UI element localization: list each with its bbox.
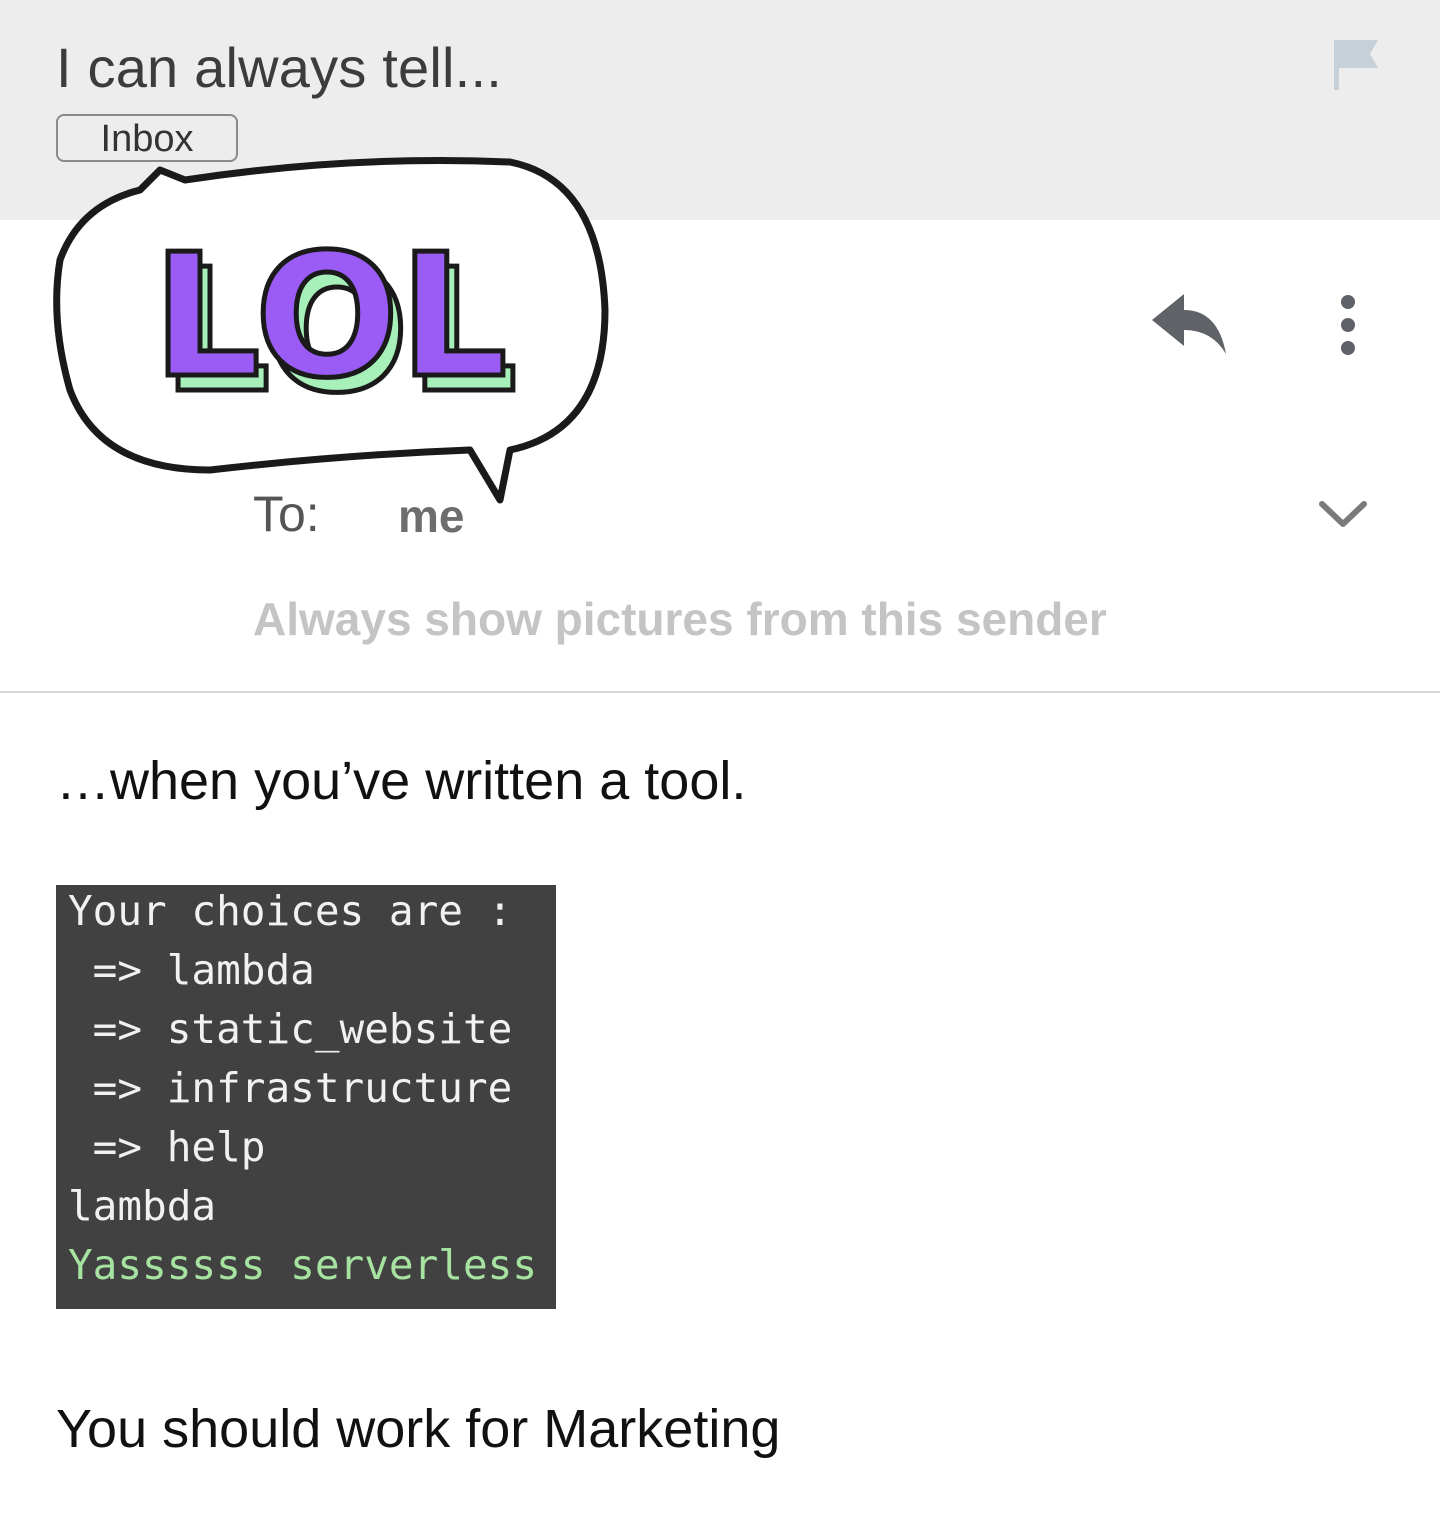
flag-icon[interactable] [1326, 34, 1386, 94]
to-label: To: [253, 486, 320, 542]
terminal-line: lambda [68, 1182, 217, 1230]
terminal-line: => infrastructure [68, 1064, 513, 1112]
terminal-screenshot: Your choices are : => lambda => static_w… [56, 885, 556, 1309]
lol-text: LOL [152, 218, 507, 416]
email-body-line-2: You should work for Marketing [56, 1399, 781, 1459]
recipient-value: me [398, 490, 465, 542]
chevron-down-icon[interactable] [1316, 494, 1370, 534]
email-subject: I can always tell... [56, 36, 502, 99]
terminal-line-highlight: Yassssss serverless [68, 1241, 537, 1289]
lol-sticker: LOL LOL [53, 156, 609, 504]
terminal-line: => help [68, 1123, 266, 1171]
email-body-line-1: …when you’ve written a tool. [56, 751, 747, 811]
terminal-line: Your choices are : [68, 887, 513, 935]
more-vert-icon[interactable] [1326, 290, 1370, 362]
reply-icon[interactable] [1146, 288, 1230, 360]
terminal-line: => lambda [68, 946, 315, 994]
always-show-pictures-link[interactable]: Always show pictures from this sender [253, 590, 1107, 648]
terminal-line: => static_website [68, 1005, 513, 1053]
divider [0, 691, 1440, 693]
